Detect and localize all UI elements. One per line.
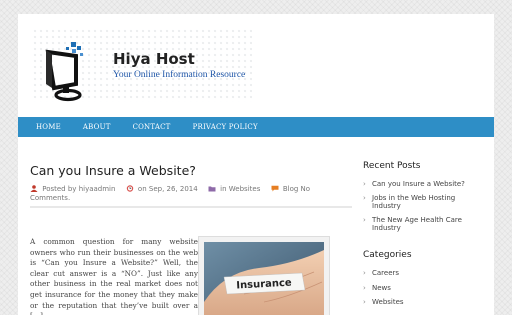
recent-post-link[interactable]: Jobs in the Web Hosting Industry bbox=[372, 194, 455, 211]
nav-about[interactable]: ABOUT bbox=[72, 123, 122, 131]
chevron-right-icon: › bbox=[363, 269, 366, 277]
meta-divider bbox=[30, 206, 352, 208]
recent-post-link[interactable]: The New Age Health Care Industry bbox=[372, 216, 462, 233]
category-link-careers[interactable]: Careers bbox=[372, 269, 399, 277]
site-header: Hiya Host Your Online Information Resour… bbox=[18, 14, 494, 117]
folder-icon bbox=[208, 186, 216, 192]
category-prefix: in bbox=[220, 185, 227, 193]
clock-icon bbox=[126, 185, 133, 192]
post-title[interactable]: Can you Insure a Website? bbox=[30, 163, 196, 178]
post-thumbnail[interactable]: Insurance bbox=[198, 236, 330, 315]
page-wrapper: Hiya Host Your Online Information Resour… bbox=[18, 14, 494, 315]
main-navigation: HOME ABOUT CONTACT PRIVACY POLICY bbox=[18, 117, 494, 137]
category-link[interactable]: Websites bbox=[229, 185, 261, 193]
user-icon bbox=[30, 185, 38, 192]
author-link[interactable]: hiyaadmin bbox=[79, 185, 116, 193]
category-item[interactable]: › Careers bbox=[363, 269, 483, 278]
chevron-right-icon: › bbox=[363, 283, 366, 292]
recent-posts-list: › Can you Insure a Website? › Jobs in the … bbox=[363, 180, 483, 238]
nav-privacy-policy[interactable]: PRIVACY POLICY bbox=[182, 123, 269, 131]
recent-post-item[interactable]: › The New Age Health Care Industry bbox=[363, 216, 483, 233]
date-prefix: on bbox=[137, 185, 147, 193]
chevron-right-icon: › bbox=[363, 215, 366, 224]
category-link-news[interactable]: News bbox=[372, 284, 391, 292]
post-excerpt: A common question for many website owner… bbox=[30, 237, 198, 315]
recent-posts-heading: Recent Posts bbox=[363, 161, 421, 171]
recent-post-link[interactable]: Can you Insure a Website? bbox=[372, 180, 465, 188]
nav-home[interactable]: HOME bbox=[25, 123, 72, 131]
author-prefix: Posted by bbox=[42, 185, 77, 193]
insurance-hand-image: Insurance bbox=[204, 242, 324, 315]
categories-heading: Categories bbox=[363, 250, 412, 260]
chevron-right-icon: › bbox=[363, 193, 366, 202]
recent-post-item[interactable]: › Jobs in the Web Hosting Industry bbox=[363, 194, 483, 211]
chevron-right-icon: › bbox=[363, 180, 366, 188]
monitor-logo-icon[interactable] bbox=[42, 40, 104, 102]
chevron-right-icon: › bbox=[363, 298, 366, 306]
site-tagline: Your Online Information Resource bbox=[113, 70, 246, 80]
site-title[interactable]: Hiya Host bbox=[113, 50, 195, 68]
comment-icon bbox=[271, 185, 279, 192]
post-date: Sep, 26, 2014 bbox=[148, 185, 198, 193]
post-meta: Posted by hiyaadmin on Sep, 26, 2014 in … bbox=[30, 185, 340, 203]
category-link-websites[interactable]: Websites bbox=[372, 298, 404, 306]
nav-contact[interactable]: CONTACT bbox=[122, 123, 182, 131]
recent-post-item[interactable]: › Can you Insure a Website? bbox=[363, 180, 483, 189]
category-item[interactable]: › News bbox=[363, 284, 483, 293]
categories-list: › Careers › News › Websites bbox=[363, 269, 483, 313]
category-item[interactable]: › Websites bbox=[363, 298, 483, 307]
